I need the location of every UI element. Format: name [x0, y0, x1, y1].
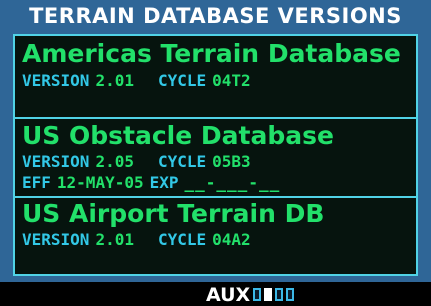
exp-value: __-___-__ — [184, 173, 281, 192]
page-indicator-box — [286, 288, 294, 301]
page-indicator-box — [253, 288, 261, 301]
page-indicator-box-active — [264, 288, 272, 301]
page-group-label: AUX — [206, 284, 251, 306]
us-airport-terrain-version-line: VERSION 2.01 CYCLE 04A2 — [22, 230, 251, 250]
page-title: TERRAIN DATABASE VERSIONS — [29, 4, 402, 28]
cycle-label: CYCLE — [157, 230, 207, 249]
eff-value: 12-MAY-05 — [56, 173, 144, 192]
cycle-value: 04A2 — [212, 230, 251, 249]
americas-terrain-db-name: Americas Terrain Database — [22, 39, 401, 68]
page-indicator-box — [275, 288, 283, 301]
version-value: 2.01 — [95, 71, 134, 90]
cycle-value: 05B3 — [212, 152, 251, 171]
version-label: VERSION — [22, 152, 90, 171]
version-label: VERSION — [22, 71, 90, 90]
page-indicator — [253, 288, 294, 302]
us-obstacle-eff-exp-line: EFF 12-MAY-05 EXP __-___-__ — [22, 173, 280, 193]
version-value: 2.05 — [95, 152, 134, 171]
version-value: 2.01 — [95, 230, 134, 249]
us-obstacle-db-name: US Obstacle Database — [22, 121, 334, 150]
exp-label: EXP — [149, 173, 179, 192]
cycle-value: 04T2 — [212, 71, 251, 90]
gps-screen: TERRAIN DATABASE VERSIONS Americas Terra… — [0, 0, 431, 306]
us-obstacle-version-line: VERSION 2.05 CYCLE 05B3 — [22, 152, 251, 172]
database-panel: Americas Terrain Database VERSION 2.01 C… — [13, 34, 418, 276]
section-divider — [15, 117, 416, 119]
version-label: VERSION — [22, 230, 90, 249]
eff-label: EFF — [22, 173, 51, 192]
americas-terrain-version-line: VERSION 2.01 CYCLE 04T2 — [22, 71, 251, 91]
cycle-label: CYCLE — [157, 152, 207, 171]
cycle-label: CYCLE — [157, 71, 207, 90]
section-divider — [15, 196, 416, 198]
us-airport-terrain-db-name: US Airport Terrain DB — [22, 199, 325, 228]
